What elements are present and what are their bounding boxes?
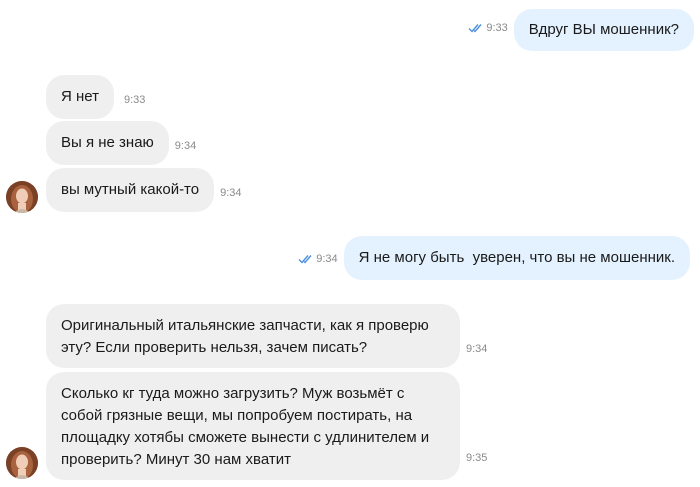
- message-time: 9:33: [124, 94, 146, 106]
- message-time: 9:35: [466, 452, 488, 464]
- message-bubble[interactable]: Вдруг ВЫ мошенник?: [513, 9, 694, 51]
- message-text: Вы я не знаю: [61, 134, 154, 151]
- contact-avatar[interactable]: [6, 181, 38, 213]
- avatar-image: [6, 181, 38, 213]
- message-row-outgoing: 9:34 Я не могу быть уверен, что вы не мо…: [298, 236, 690, 280]
- contact-avatar[interactable]: [6, 447, 38, 479]
- message-bubble[interactable]: Сколько кг туда можно загрузить? Муж воз…: [46, 372, 460, 480]
- message-row-incoming: Сколько кг туда можно загрузить? Муж воз…: [46, 372, 487, 480]
- message-bubble[interactable]: Я нет: [46, 75, 114, 119]
- double-check-icon: [468, 24, 482, 33]
- message-row-incoming: Я нет 9:33: [46, 75, 145, 119]
- message-time: 9:33: [468, 22, 508, 34]
- message-bubble[interactable]: Оригинальный итальянские запчасти, как я…: [46, 304, 460, 368]
- message-time: 9:34: [298, 253, 338, 265]
- message-row-incoming: Вы я не знаю 9:34: [46, 121, 196, 165]
- double-check-icon: [298, 255, 312, 264]
- avatar-image: [6, 447, 38, 479]
- message-bubble[interactable]: вы мутный какой-то: [46, 168, 215, 212]
- message-bubble[interactable]: Вы я не знаю: [46, 121, 169, 165]
- message-row-incoming: Оригинальный итальянские запчасти, как я…: [46, 304, 487, 368]
- message-time: 9:34: [466, 343, 488, 355]
- message-text: Я не могу быть уверен, что вы не мошенни…: [358, 249, 675, 266]
- message-time: 9:34: [174, 140, 197, 152]
- message-time: 9:34: [220, 187, 242, 199]
- message-bubble[interactable]: Я не могу быть уверен, что вы не мошенни…: [343, 236, 690, 280]
- message-row-outgoing: 9:33 Вдруг ВЫ мошенник?: [468, 9, 694, 51]
- message-text: Я нет: [61, 88, 99, 105]
- message-row-incoming: вы мутный какой-то 9:34: [46, 168, 242, 212]
- message-text: Вдруг ВЫ мошенник?: [528, 21, 679, 38]
- message-text: Оригинальный итальянские запчасти, как я…: [61, 317, 429, 356]
- message-text: вы мутный какой-то: [61, 181, 200, 198]
- message-text: Сколько кг туда можно загрузить? Муж воз…: [61, 385, 430, 468]
